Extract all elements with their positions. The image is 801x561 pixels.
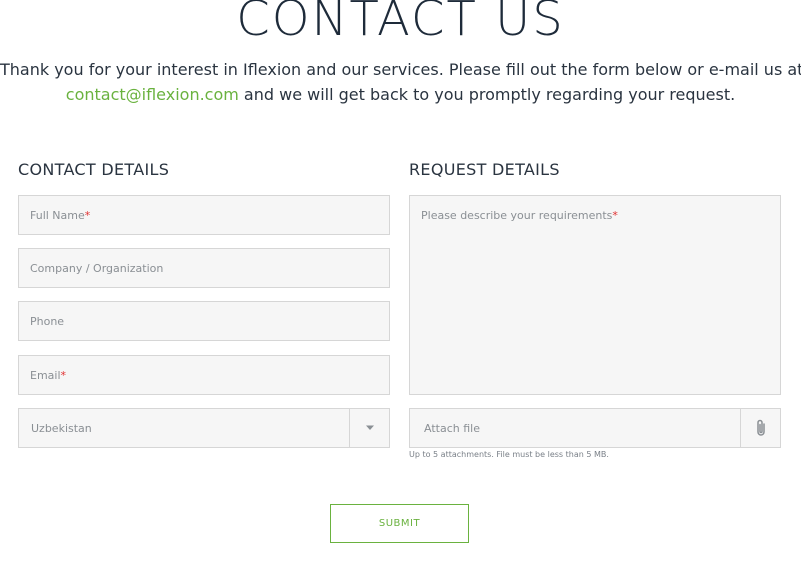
attach-file-label: Attach file [424,421,480,435]
intro-line-2-text: and we will get back to you promptly reg… [238,85,736,104]
country-select[interactable]: Uzbekistan [18,408,390,448]
intro-line-1: Thank you for your interest in Iflexion … [0,60,801,79]
intro-line-2: contact@iflexion.com and we will get bac… [0,82,801,107]
email-field[interactable]: Email * [18,355,390,395]
company-placeholder: Company / Organization [30,261,164,275]
phone-field[interactable]: Phone [18,301,390,341]
full-name-placeholder: Full Name [30,208,85,222]
submit-button[interactable]: SUBMIT [330,504,469,543]
attach-file-hint: Up to 5 attachments. File must be less t… [409,450,609,459]
contact-email-link[interactable]: contact@iflexion.com [66,85,239,104]
country-select-value: Uzbekistan [31,421,92,435]
country-select-toggle[interactable] [349,409,389,447]
contact-details-heading: CONTACT DETAILS [18,160,170,179]
email-placeholder: Email [30,368,61,382]
company-field[interactable]: Company / Organization [18,248,390,288]
phone-placeholder: Phone [30,314,65,328]
requirements-textarea[interactable]: Please describe your requirements * [409,195,781,395]
requirements-placeholder: Please describe your requirements [421,209,613,222]
intro-text: Thank you for your interest in Iflexion … [0,57,801,107]
full-name-required-mark: * [84,208,91,222]
attach-file-button[interactable] [740,409,780,447]
request-details-heading: REQUEST DETAILS [409,160,560,179]
email-required-mark: * [60,368,67,382]
paperclip-icon [756,419,765,436]
page-title: CONTACT US [236,0,565,47]
attach-file-field[interactable]: Attach file [409,408,781,448]
chevron-down-icon [365,425,374,430]
full-name-field[interactable]: Full Name * [18,195,390,235]
requirements-required-mark: * [612,209,618,222]
